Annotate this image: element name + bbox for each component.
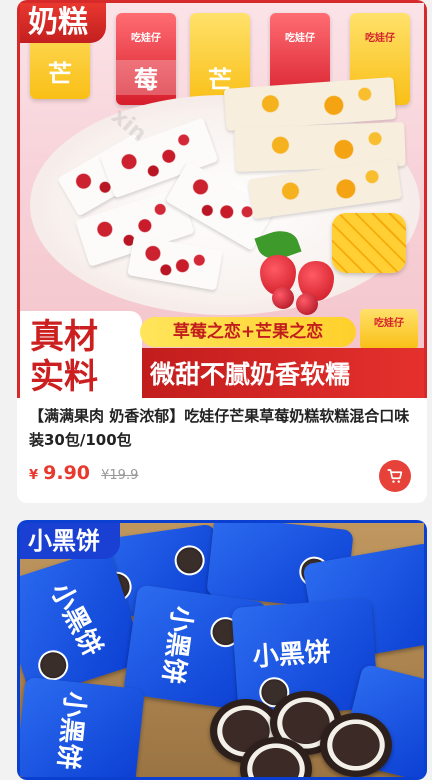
current-price: 9.90 bbox=[43, 462, 91, 484]
cookie-bag: 小黑饼 bbox=[20, 677, 145, 777]
product-card[interactable]: 小黑饼 小黑饼 小黑饼 小黑饼 小黑饼 bbox=[17, 520, 427, 780]
price-row: ¥ 9.90 ¥19.9 bbox=[29, 460, 415, 492]
product-card[interactable]: 芒 吃娃仔 莓 芒 吃娃仔 吃娃仔 奶糕 真材 实料 草莓之恋+芒果之恋 吃娃仔… bbox=[17, 0, 427, 503]
real-ingredients-badge: 真材 实料 bbox=[20, 311, 142, 398]
original-price: ¥19.9 bbox=[101, 468, 139, 483]
cookie bbox=[320, 713, 392, 777]
product-image[interactable]: 小黑饼 小黑饼 小黑饼 小黑饼 小黑饼 bbox=[17, 520, 427, 780]
product-image[interactable]: 芒 吃娃仔 莓 芒 吃娃仔 吃娃仔 奶糕 真材 实料 草莓之恋+芒果之恋 吃娃仔… bbox=[17, 0, 427, 398]
currency-symbol: ¥ bbox=[29, 468, 39, 483]
image-tag: 奶糕 bbox=[20, 3, 106, 43]
add-to-cart-button[interactable] bbox=[379, 460, 411, 492]
image-tag: 小黑饼 bbox=[20, 523, 120, 559]
mango-cube bbox=[332, 213, 406, 273]
cart-icon bbox=[387, 469, 403, 483]
package-image: 吃娃仔 bbox=[360, 309, 418, 349]
package-image: 吃娃仔 莓 bbox=[116, 13, 176, 105]
cherry bbox=[272, 287, 294, 309]
product-title[interactable]: 【满满果肉 奶香浓郁】吃娃仔芒果草莓奶糕软糕混合口味装30包/100包 bbox=[29, 404, 415, 452]
slogan-text: 微甜不腻奶香软糯 bbox=[150, 360, 351, 389]
cherry bbox=[296, 293, 318, 315]
flavor-banner: 草莓之恋+芒果之恋 bbox=[140, 317, 356, 347]
